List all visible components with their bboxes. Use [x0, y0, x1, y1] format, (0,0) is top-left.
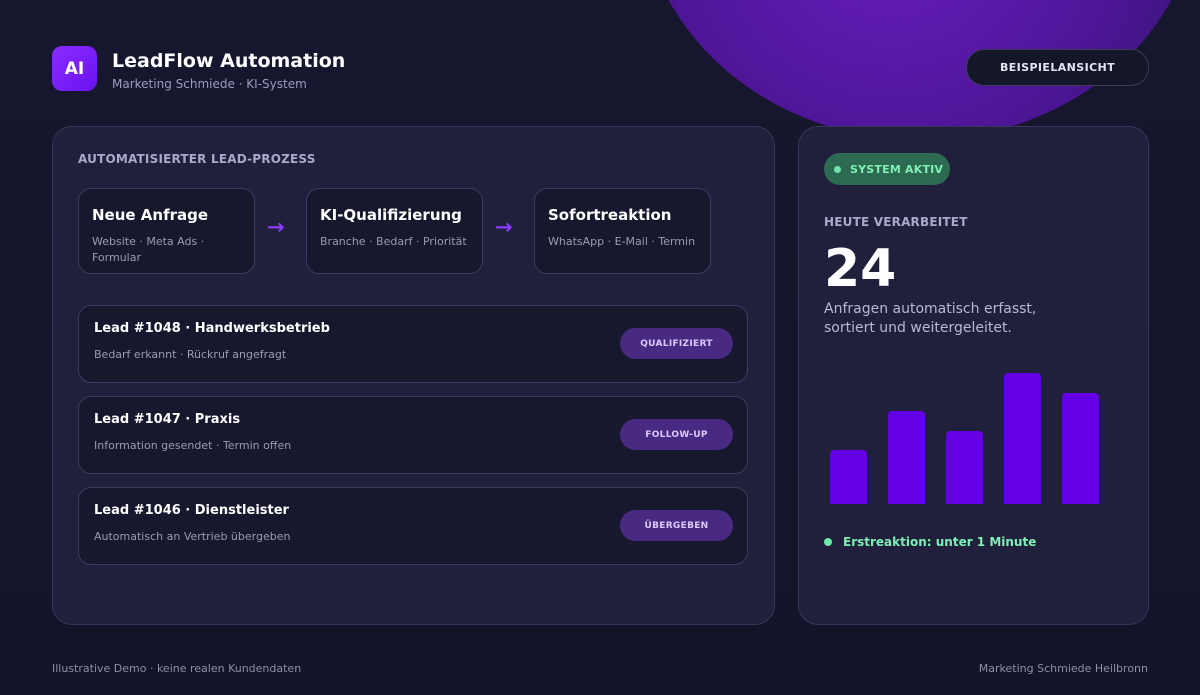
example-view-button[interactable]: BEISPIELANSICHT: [966, 49, 1149, 86]
stats-panel: SYSTEM AKTIV HEUTE VERARBEITET 24 Anfrag…: [798, 126, 1149, 625]
arrow-right-icon: →: [267, 215, 285, 239]
lead-description: Automatisch an Vertrieb übergeben: [94, 530, 291, 543]
process-heading: AUTOMATISIERTER LEAD-PROZESS: [78, 152, 316, 166]
step-description: Branche · Bedarf · Priorität: [320, 235, 467, 248]
step-card-ai-qualification: KI-Qualifizierung Branche · Bedarf · Pri…: [306, 188, 483, 274]
lead-card[interactable]: Lead #1047 · Praxis Information gesendet…: [78, 396, 748, 474]
arrow-right-icon: →: [495, 215, 513, 239]
step-title: Neue Anfrage: [92, 206, 209, 224]
lead-description: Bedarf erkannt · Rückruf angefragt: [94, 348, 287, 361]
first-response-indicator: Erstreaktion: unter 1 Minute: [824, 535, 1036, 549]
chart-bar: [830, 450, 867, 504]
activity-bar-chart: [830, 352, 1100, 504]
step-card-new-request: Neue Anfrage Website · Meta Ads · Formul…: [78, 188, 255, 274]
system-status-badge: SYSTEM AKTIV: [824, 153, 950, 185]
lead-card[interactable]: Lead #1048 · Handwerksbetrieb Bedarf erk…: [78, 305, 748, 383]
app-title: LeadFlow Automation: [112, 50, 346, 72]
today-value: 24: [824, 239, 897, 299]
lead-title: Lead #1046 · Dienstleister: [94, 503, 289, 518]
lead-title: Lead #1048 · Handwerksbetrieb: [94, 321, 330, 336]
lead-description: Information gesendet · Termin offen: [94, 439, 292, 452]
footer-disclaimer: Illustrative Demo · keine realen Kundend…: [52, 662, 302, 675]
step-description: Website · Meta Ads · Formular: [92, 235, 205, 264]
today-label: HEUTE VERARBEITET: [824, 215, 968, 229]
lead-status-badge[interactable]: ÜBERGEBEN: [620, 510, 733, 541]
chart-bar: [1004, 373, 1041, 504]
lead-title: Lead #1047 · Praxis: [94, 412, 241, 427]
step-description: WhatsApp · E-Mail · Termin: [548, 235, 696, 248]
app-subtitle: Marketing Schmiede · KI-System: [112, 77, 307, 91]
step-title: KI-Qualifizierung: [320, 206, 462, 224]
status-dot-icon: [834, 165, 841, 173]
first-response-text: Erstreaktion: unter 1 Minute: [843, 535, 1037, 549]
chart-bar: [888, 411, 925, 504]
chart-bar: [946, 431, 983, 504]
app-logo: AI: [52, 46, 97, 91]
lead-card[interactable]: Lead #1046 · Dienstleister Automatisch a…: [78, 487, 748, 565]
today-description: Anfragen automatisch erfasst, sortiert u…: [824, 301, 1037, 336]
lead-process-panel: AUTOMATISIERTER LEAD-PROZESS Neue Anfrag…: [52, 126, 775, 625]
status-dot-icon: [824, 538, 832, 546]
chart-bar: [1062, 393, 1099, 504]
lead-status-badge[interactable]: QUALIFIZIERT: [620, 328, 733, 359]
step-card-instant-response: Sofortreaktion WhatsApp · E-Mail · Termi…: [534, 188, 711, 274]
footer-company: Marketing Schmiede Heilbronn: [978, 662, 1148, 675]
lead-status-badge[interactable]: FOLLOW-UP: [620, 419, 733, 450]
step-title: Sofortreaktion: [548, 206, 672, 224]
status-text: SYSTEM AKTIV: [850, 162, 944, 176]
